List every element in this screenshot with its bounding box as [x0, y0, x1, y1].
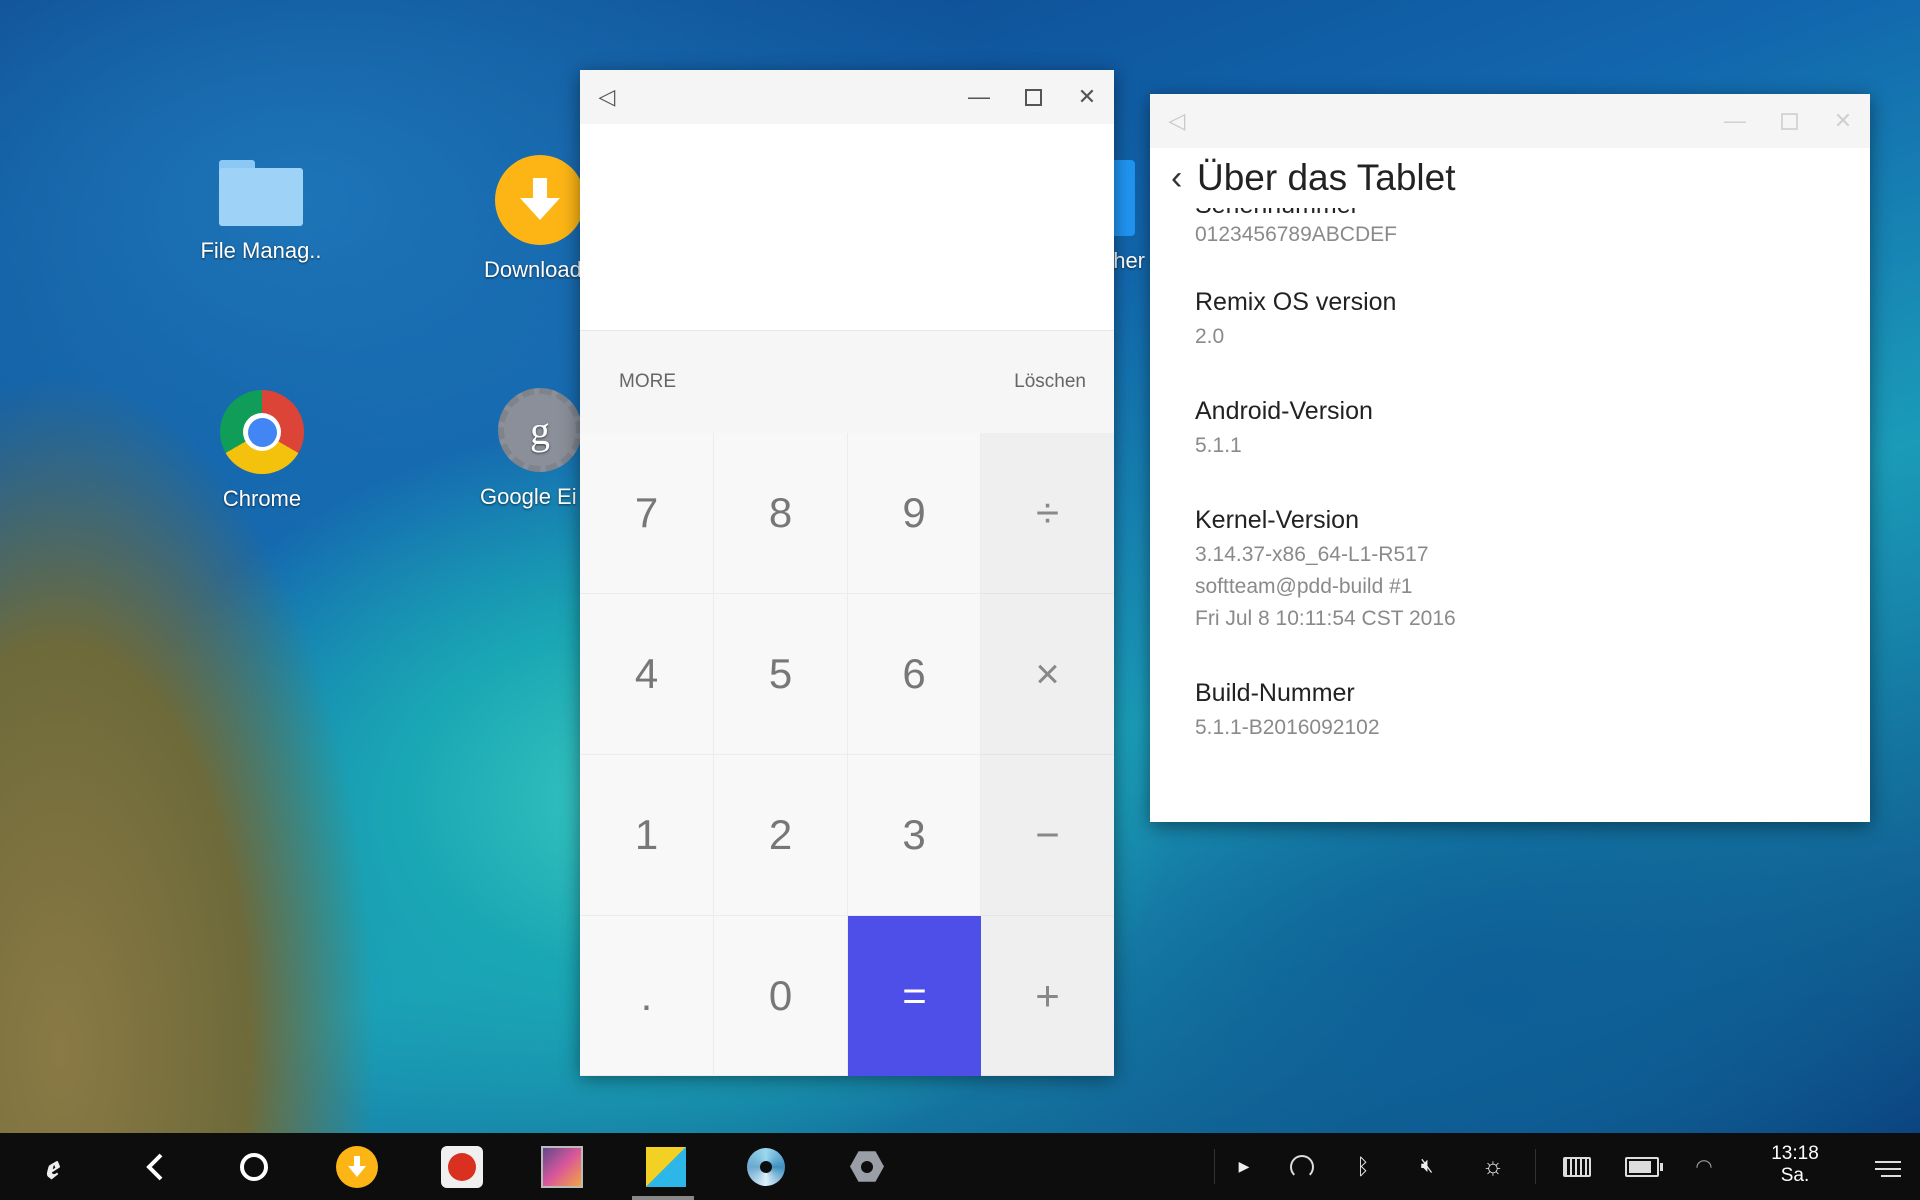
key-1[interactable]: 1 — [580, 755, 714, 916]
keyboard-icon[interactable] — [1562, 1133, 1592, 1200]
key-subtract[interactable]: − — [981, 755, 1114, 916]
clock-day: Sa. — [1780, 1165, 1810, 1186]
key-2[interactable]: 2 — [714, 755, 848, 916]
calculator-window[interactable]: ◁ — ✕ MORE Löschen 7 8 9 ÷ 4 5 6 × 1 2 3… — [580, 70, 1114, 1076]
home-nav-icon[interactable] — [224, 1133, 284, 1200]
desktop-icon-label: Chrome — [222, 486, 302, 511]
item-value: 5.1.1-B2016092102 — [1195, 716, 1380, 739]
taskbar: ꬲ ▶ ᛒ 🔇︎ ☼ ◠ 13:18 Sa. — [0, 1133, 1920, 1200]
key-8[interactable]: 8 — [714, 433, 848, 594]
brightness-icon[interactable]: ☼ — [1478, 1133, 1508, 1200]
tray-expand-icon[interactable]: ▶ — [1232, 1133, 1256, 1200]
settings-item-remix-version[interactable]: Remix OS version 2.0 — [1195, 288, 1870, 353]
back-chevron-icon[interactable]: ‹ — [1171, 159, 1191, 198]
settings-item-build-number[interactable]: Build-Nummer 5.1.1-B2016092102 — [1195, 679, 1870, 744]
active-app-indicator — [632, 1196, 694, 1200]
back-triangle-icon[interactable]: ◁ — [580, 70, 634, 124]
minimize-button[interactable]: — — [1708, 94, 1762, 148]
wifi-icon[interactable]: ◠ — [1690, 1133, 1718, 1200]
key-9[interactable]: 9 — [848, 433, 981, 594]
key-divide[interactable]: ÷ — [981, 433, 1114, 594]
speedometer-icon[interactable] — [1288, 1133, 1316, 1200]
benchmark-app-icon[interactable] — [437, 1133, 487, 1200]
page-title: Über das Tablet — [1197, 157, 1456, 198]
settings-app-icon[interactable] — [842, 1133, 892, 1200]
key-0[interactable]: 0 — [714, 916, 848, 1076]
settings-content: ‹ Über das Tablet Seriennummer 012345678… — [1150, 148, 1870, 744]
item-value-line: 3.14.37-x86_64-L1-R517 — [1195, 543, 1429, 566]
key-3[interactable]: 3 — [848, 755, 981, 916]
key-multiply[interactable]: × — [981, 594, 1114, 755]
desktop-icon-chrome[interactable]: Chrome — [172, 390, 352, 512]
clear-button[interactable]: Löschen — [1014, 371, 1086, 393]
item-label: Kernel-Version — [1195, 506, 1359, 534]
folder-icon — [219, 160, 303, 226]
calculator-titlebar[interactable]: ◁ — ✕ — [580, 70, 1114, 124]
battery-icon[interactable] — [1622, 1133, 1663, 1200]
desktop-icon-label: File Manag.. — [200, 238, 322, 263]
minimize-button[interactable]: — — [952, 70, 1006, 124]
item-label: Android-Version — [1195, 397, 1373, 425]
more-button[interactable]: MORE — [619, 371, 676, 393]
item-value-line: softteam@pdd-build #1 — [1195, 575, 1413, 598]
calculator-keypad: 7 8 9 ÷ 4 5 6 × 1 2 3 − . 0 = + — [580, 433, 1114, 1076]
notification-menu-icon[interactable] — [1872, 1133, 1904, 1200]
back-triangle-icon[interactable]: ◁ — [1150, 94, 1204, 148]
item-value: 5.1.1 — [1195, 434, 1242, 457]
close-button[interactable]: ✕ — [1060, 70, 1114, 124]
key-4[interactable]: 4 — [580, 594, 714, 755]
calculator-taskbar-icon[interactable] — [641, 1133, 691, 1200]
key-add[interactable]: + — [981, 916, 1114, 1076]
back-nav-icon[interactable] — [125, 1133, 185, 1200]
settings-item-kernel-version[interactable]: Kernel-Version 3.14.37-x86_64-L1-R517 so… — [1195, 506, 1870, 635]
bluetooth-icon[interactable]: ᛒ — [1350, 1133, 1376, 1200]
tray-divider — [1214, 1149, 1215, 1184]
maximize-button[interactable] — [1006, 70, 1060, 124]
item-label: Build-Nummer — [1195, 679, 1355, 707]
tray-divider — [1535, 1149, 1536, 1184]
settings-item-android-version[interactable]: Android-Version 5.1.1 — [1195, 397, 1870, 462]
gallery-app-icon[interactable] — [537, 1133, 587, 1200]
google-settings-gear-icon: g — [498, 388, 582, 472]
settings-item-serial[interactable]: Seriennummer 0123456789ABCDEF — [1195, 208, 1870, 248]
calculator-display — [580, 124, 1114, 331]
item-value: 0123456789ABCDEF — [1195, 223, 1397, 246]
key-5[interactable]: 5 — [714, 594, 848, 755]
maximize-button[interactable] — [1762, 94, 1816, 148]
key-equals[interactable]: = — [848, 916, 981, 1076]
clock-time: 13:18 — [1771, 1143, 1819, 1164]
item-value-line: Fri Jul 8 10:11:54 CST 2016 — [1195, 607, 1456, 630]
clock[interactable]: 13:18 Sa. — [1760, 1143, 1830, 1187]
desktop-icon-file-manager[interactable]: File Manag.. — [171, 160, 351, 264]
key-6[interactable]: 6 — [848, 594, 981, 755]
start-menu-button[interactable]: ꬲ — [20, 1133, 82, 1200]
volume-muted-icon[interactable]: 🔇︎ — [1412, 1133, 1442, 1200]
download-app-icon[interactable] — [332, 1133, 382, 1200]
settings-titlebar[interactable]: ◁ — ✕ — [1150, 94, 1870, 148]
settings-window[interactable]: ◁ — ✕ ‹ Über das Tablet Seriennummer 012… — [1150, 94, 1870, 822]
download-icon — [495, 155, 585, 245]
calculator-advanced-row: MORE Löschen — [580, 331, 1114, 433]
camera-app-icon[interactable] — [741, 1133, 791, 1200]
settings-header: ‹ Über das Tablet — [1171, 148, 1870, 208]
close-button[interactable]: ✕ — [1816, 94, 1870, 148]
key-decimal[interactable]: . — [580, 916, 714, 1076]
item-label: Remix OS version — [1195, 288, 1397, 316]
key-7[interactable]: 7 — [580, 433, 714, 594]
chrome-icon — [220, 390, 304, 474]
item-value: 2.0 — [1195, 325, 1225, 348]
